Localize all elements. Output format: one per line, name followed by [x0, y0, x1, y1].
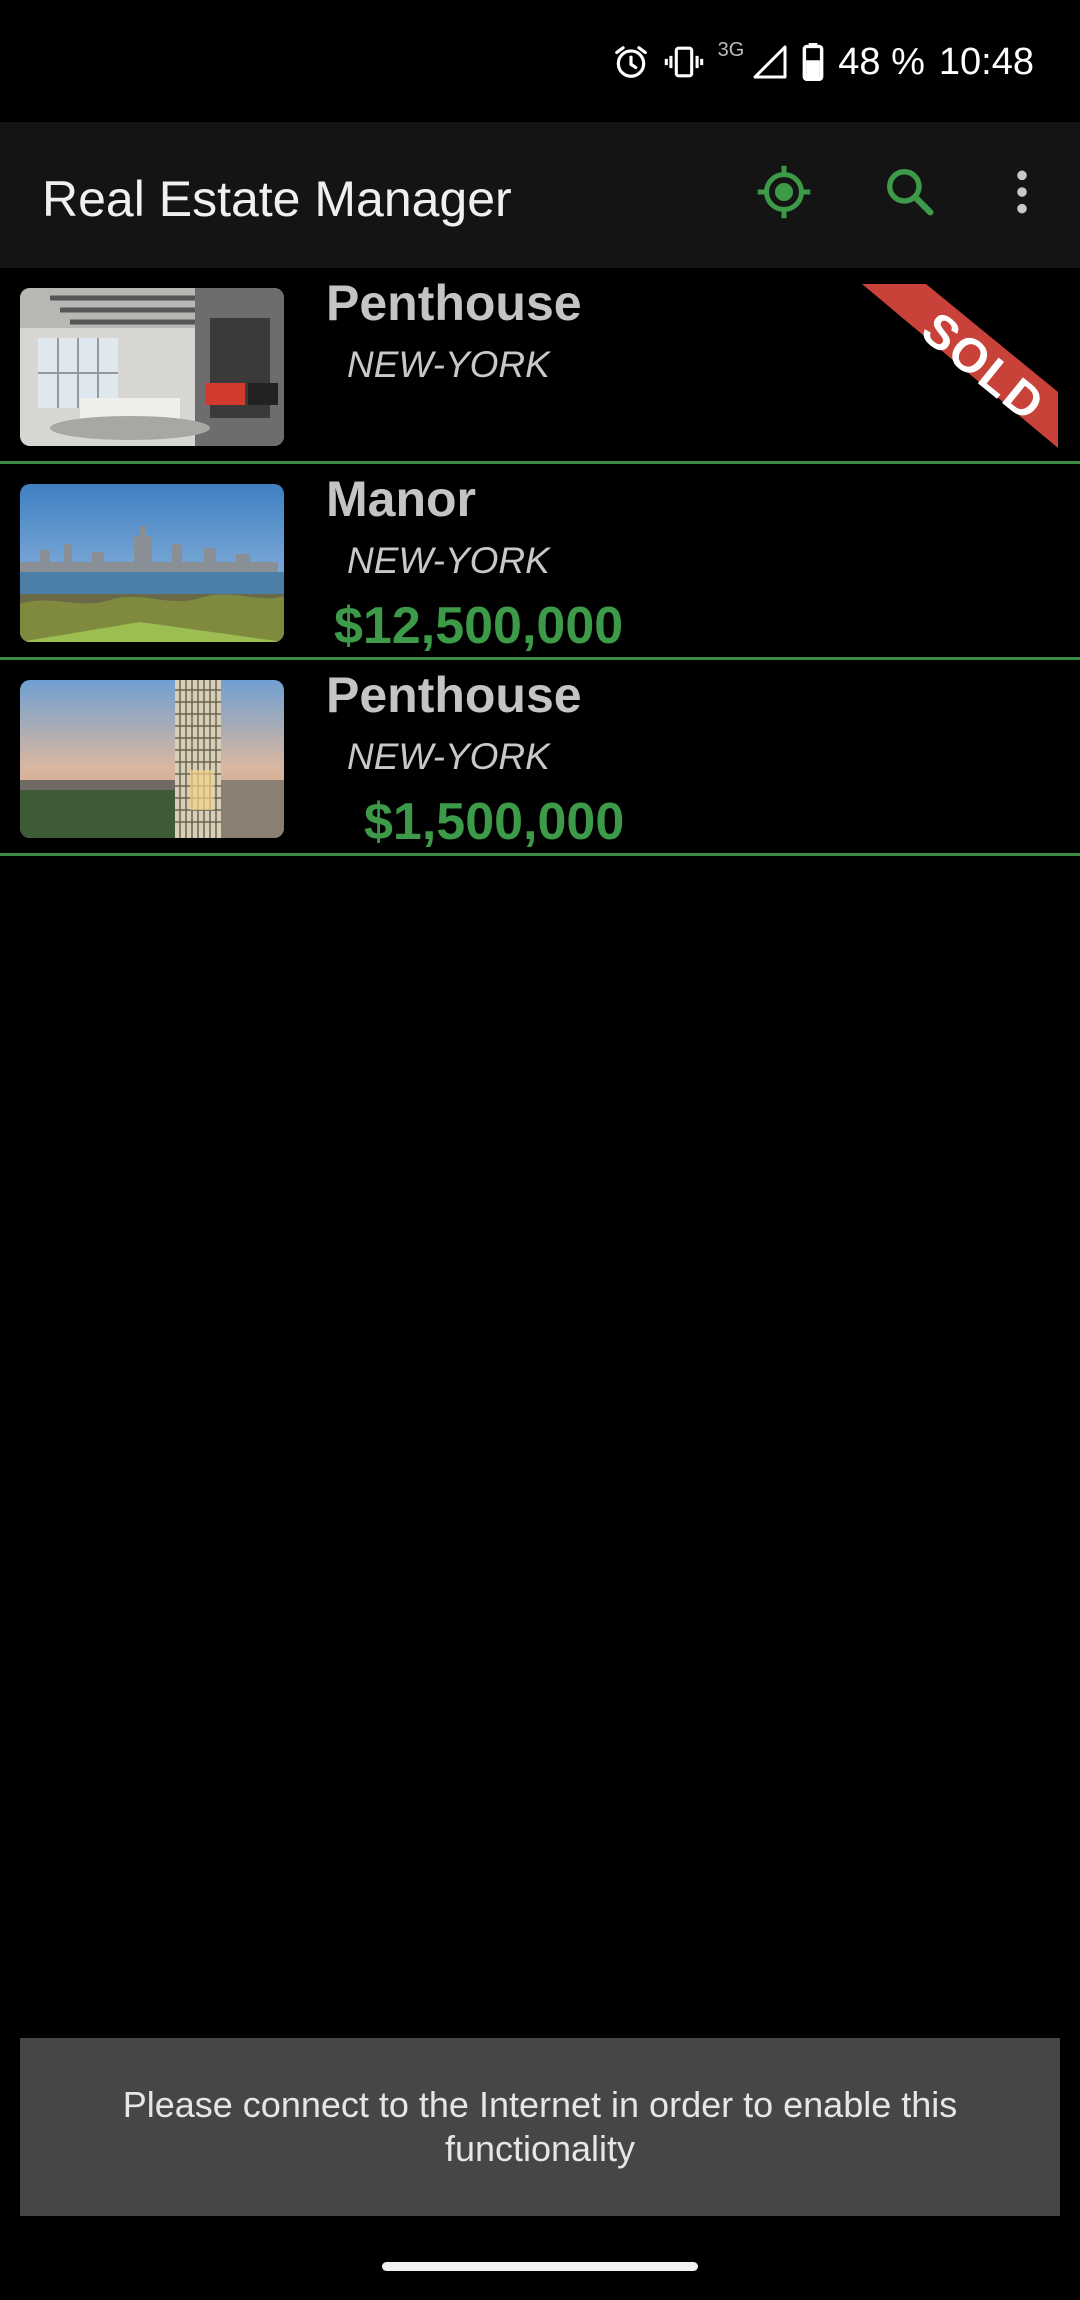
battery-icon — [802, 43, 824, 81]
gesture-nav-handle[interactable] — [382, 2262, 698, 2271]
property-price: $12,500,000 — [334, 597, 624, 655]
overflow-menu-button[interactable] — [990, 162, 1054, 226]
vibrate-icon — [664, 43, 704, 81]
location-button[interactable] — [752, 162, 816, 226]
property-price: $1,500,000 — [364, 793, 625, 851]
location-icon — [754, 162, 814, 227]
snackbar: Please connect to the Internet in order … — [20, 2038, 1060, 2216]
status-icons: 3G 48 % 10:48 — [612, 38, 1034, 86]
property-list: Penthouse NEW-YORK SOLD Manor NEW-YORK $… — [0, 268, 1080, 856]
search-button[interactable] — [878, 162, 942, 226]
property-type: Penthouse — [326, 667, 582, 723]
property-city: NEW-YORK — [347, 344, 550, 385]
property-city: NEW-YORK — [347, 540, 550, 581]
property-city: NEW-YORK — [347, 736, 550, 777]
property-type: Manor — [326, 471, 476, 527]
app-bar: Real Estate Manager — [0, 122, 1080, 268]
property-photo — [20, 680, 284, 838]
property-list-item[interactable]: Penthouse NEW-YORK $1,500,000 — [0, 660, 1080, 856]
property-photo — [20, 288, 284, 446]
property-list-item[interactable]: Manor NEW-YORK $12,500,000 — [0, 464, 1080, 660]
alarm-icon — [612, 43, 650, 81]
signal-icon — [752, 44, 788, 80]
more-vert-icon — [1012, 167, 1032, 222]
search-icon — [883, 165, 937, 224]
property-list-item[interactable]: Penthouse NEW-YORK SOLD — [0, 268, 1080, 464]
property-type: Penthouse — [326, 275, 582, 331]
page-title: Real Estate Manager — [42, 171, 512, 227]
clock: 10:48 — [938, 40, 1034, 83]
status-bar: 3G 48 % 10:48 — [0, 0, 1080, 122]
property-photo — [20, 484, 284, 642]
snackbar-message: Please connect to the Internet in order … — [122, 2084, 958, 2169]
battery-percent: 48 % — [838, 40, 925, 83]
network-type: 3G — [717, 38, 745, 61]
